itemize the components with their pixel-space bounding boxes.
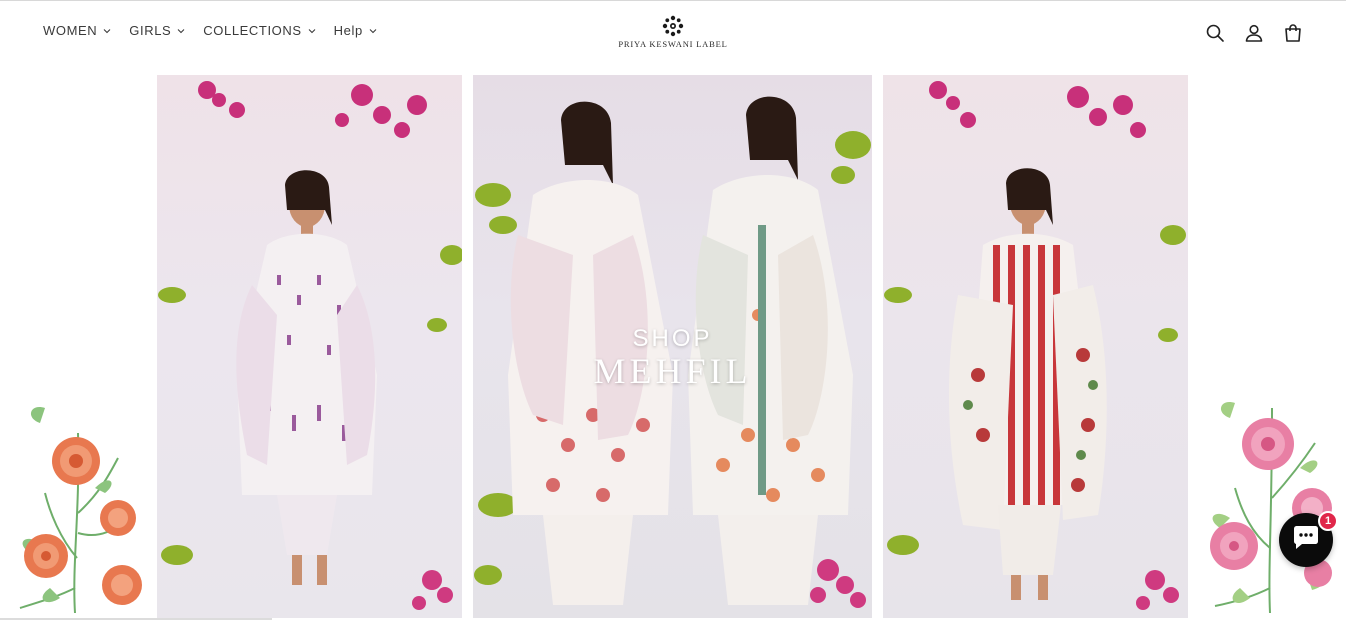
hero-image-right[interactable] bbox=[883, 75, 1188, 618]
model-illustration-left bbox=[158, 81, 462, 610]
chat-notification-badge: 1 bbox=[1318, 511, 1338, 531]
site-header: WOMEN GIRLS COLLECTIONS Help PRIYA KESWA… bbox=[0, 1, 1346, 63]
logo-text: PRIYA KESWANI LABEL bbox=[618, 39, 728, 49]
header-icons bbox=[1203, 21, 1304, 44]
search-icon[interactable] bbox=[1203, 21, 1226, 44]
nav-item-label: COLLECTIONS bbox=[203, 23, 302, 38]
left-flower-illustration bbox=[19, 406, 142, 614]
logo-mark-icon bbox=[662, 15, 684, 37]
right-flower-illustration bbox=[1210, 401, 1332, 614]
nav-item-girls[interactable]: GIRLS bbox=[129, 23, 185, 38]
nav-item-women[interactable]: WOMEN bbox=[43, 23, 111, 38]
nav-item-collections[interactable]: COLLECTIONS bbox=[203, 23, 316, 38]
chevron-down-icon bbox=[103, 27, 111, 35]
nav-item-help[interactable]: Help bbox=[334, 23, 377, 38]
model-illustration-right bbox=[884, 81, 1186, 610]
chevron-down-icon bbox=[177, 27, 185, 35]
nav-item-label: Help bbox=[333, 23, 363, 38]
hero-image-center[interactable] bbox=[473, 75, 872, 618]
main-nav: WOMEN GIRLS COLLECTIONS Help bbox=[43, 23, 395, 38]
cart-icon[interactable] bbox=[1281, 21, 1304, 44]
brand-logo[interactable]: PRIYA KESWANI LABEL bbox=[614, 15, 732, 49]
account-icon[interactable] bbox=[1242, 21, 1265, 44]
model-illustration-center bbox=[474, 96, 871, 608]
chat-icon bbox=[1292, 525, 1320, 556]
chevron-down-icon bbox=[308, 27, 316, 35]
hero-image-left[interactable] bbox=[157, 75, 462, 618]
nav-item-label: WOMEN bbox=[43, 23, 98, 38]
hero-banner[interactable]: SHOP MEHFIL bbox=[0, 63, 1346, 621]
bottom-scroll-indicator bbox=[0, 618, 272, 620]
nav-item-label: GIRLS bbox=[129, 23, 172, 38]
chevron-down-icon bbox=[369, 27, 377, 35]
